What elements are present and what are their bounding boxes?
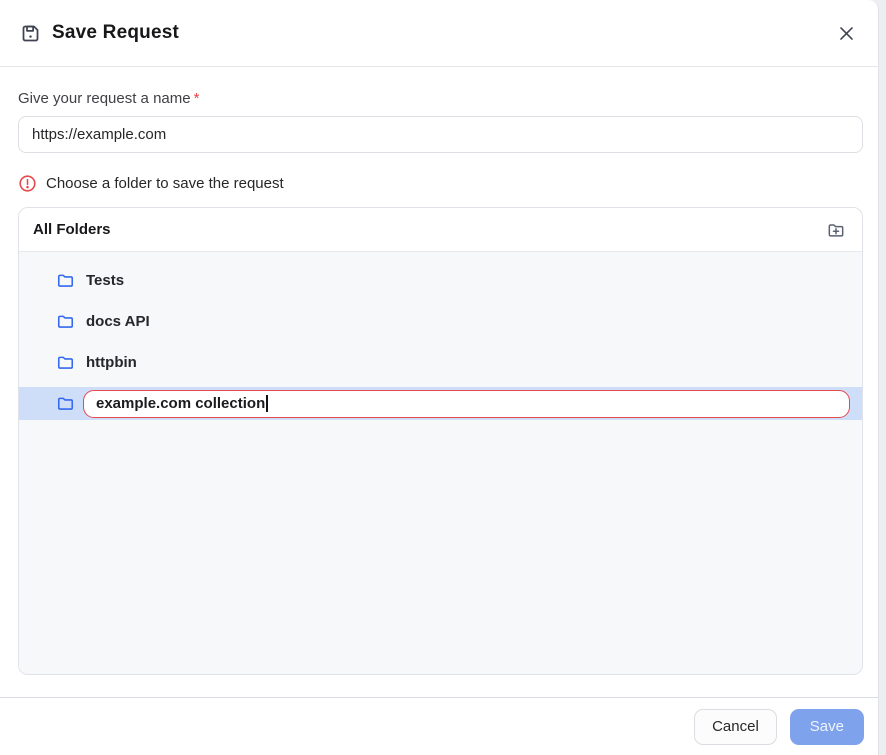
folder-row-new-editing[interactable]: example.com collection [19,387,862,420]
folder-icon [56,394,75,413]
close-button[interactable] [833,20,860,47]
cancel-button[interactable]: Cancel [694,709,777,745]
folder-icon [56,353,75,372]
folder-row-httpbin[interactable]: httpbin [19,346,862,379]
dialog-content: Give your request a name* Choose a folde… [0,67,878,697]
folder-row-docs-api[interactable]: docs API [19,305,862,338]
save-floppy-icon [20,23,41,44]
folder-row-tests[interactable]: Tests [19,264,862,297]
folder-icon [56,312,75,331]
folder-picker-header: All Folders [19,208,862,252]
folder-plus-icon [826,220,846,240]
folder-label: Tests [86,272,124,289]
new-folder-button[interactable] [822,216,850,244]
required-asterisk: * [194,90,200,107]
dialog-footer: Cancel Save [0,697,878,755]
folder-list: Tests docs API httpbin [19,252,862,674]
text-caret [266,395,268,412]
save-request-dialog: Save Request Give your request a name* C… [0,0,879,755]
save-button[interactable]: Save [790,709,864,745]
alert-circle-icon [18,174,37,193]
folder-icon [56,271,75,290]
folder-picker-panel: All Folders Tests [18,207,863,675]
folder-label: docs API [86,313,150,330]
all-folders-label: All Folders [33,221,111,238]
dialog-header: Save Request [0,0,878,67]
folder-label: httpbin [86,354,137,371]
folder-prompt: Choose a folder to save the request [18,174,863,193]
new-folder-name-input[interactable]: example.com collection [83,390,850,418]
request-name-label: Give your request a name* [18,90,863,107]
dialog-title: Save Request [52,22,179,44]
folder-prompt-text: Choose a folder to save the request [46,175,284,192]
new-folder-name-value: example.com collection [96,395,265,412]
request-name-input[interactable] [18,116,863,153]
close-x-icon [837,24,856,43]
